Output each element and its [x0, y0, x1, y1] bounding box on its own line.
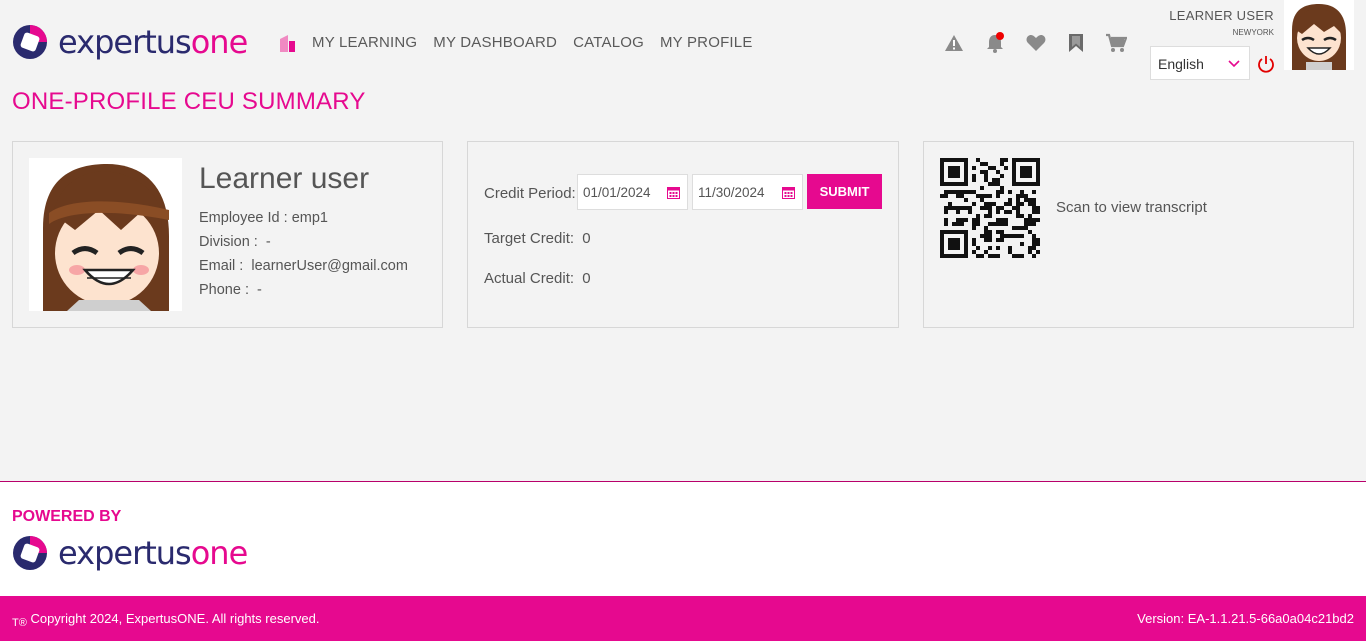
logo-mark-icon — [13, 25, 47, 59]
logo-mark-icon — [13, 536, 47, 570]
user-avatar[interactable] — [1284, 0, 1354, 70]
nav-my-dashboard[interactable]: MY DASHBOARD — [433, 34, 557, 51]
actual-credit-row: Actual Credit: 0 — [484, 270, 591, 287]
footer-brand-wordmark: expertusone — [58, 534, 249, 572]
main-nav: MY LEARNING MY DASHBOARD CATALOG MY PROF… — [312, 34, 753, 51]
nav-catalog[interactable]: CATALOG — [573, 34, 644, 51]
division-row: Division : - — [199, 230, 408, 254]
actual-credit-label: Actual Credit: — [484, 270, 575, 287]
profile-card: Learner user Employee Id : emp1 Division… — [12, 141, 443, 328]
phone-value: - — [257, 282, 262, 298]
credit-card: Credit Period: 01/01/2024 11/30/2024 SUB… — [467, 141, 899, 328]
phone-label: Phone : — [199, 282, 249, 298]
footer-brand-part1: expertus — [58, 534, 192, 572]
user-name: LEARNER USER — [1169, 8, 1274, 23]
bell-icon[interactable] — [984, 32, 1006, 54]
powered-by-label: POWERED BY — [12, 508, 122, 525]
qr-code[interactable] — [940, 158, 1040, 258]
credit-period-label: Credit Period: — [484, 185, 576, 202]
calendar-icon[interactable] — [667, 186, 680, 199]
copyright-bar: T® Copyright 2024, ExpertusONE. All righ… — [0, 596, 1366, 641]
nav-my-profile[interactable]: MY PROFILE — [660, 34, 753, 51]
employee-id-row: Employee Id : emp1 — [199, 206, 408, 230]
footer: POWERED BY expertusone — [0, 481, 1366, 596]
brand-part1: expertus — [58, 23, 192, 61]
alert-icon[interactable] — [943, 32, 965, 54]
division-label: Division : — [199, 234, 258, 250]
power-icon[interactable] — [1257, 55, 1275, 73]
target-credit-label: Target Credit: — [484, 230, 575, 247]
trademark-icon: T® — [12, 617, 27, 629]
cart-icon[interactable] — [1105, 32, 1127, 54]
profile-details: Employee Id : emp1 Division : - Email : … — [199, 206, 408, 302]
employee-id-label: Employee Id : — [199, 210, 288, 226]
page-title: ONE-PROFILE CEU SUMMARY — [12, 88, 366, 115]
profile-avatar — [29, 158, 182, 311]
end-date-value: 11/30/2024 — [698, 185, 765, 200]
language-select[interactable]: English — [1150, 46, 1250, 80]
chevron-down-icon — [1228, 60, 1240, 68]
phone-row: Phone : - — [199, 278, 408, 302]
submit-button[interactable]: SUBMIT — [807, 174, 882, 209]
calendar-icon[interactable] — [782, 186, 795, 199]
heart-icon[interactable] — [1025, 32, 1047, 54]
language-selected: English — [1158, 56, 1204, 72]
actual-credit-value: 0 — [582, 270, 591, 287]
copyright-text: T® Copyright 2024, ExpertusONE. All righ… — [12, 611, 319, 629]
brand-wordmark: expertusone — [58, 23, 249, 61]
email-row: Email : learnerUser@gmail.com — [199, 254, 408, 278]
division-value: - — [265, 234, 271, 250]
end-date-input[interactable]: 11/30/2024 — [692, 174, 803, 210]
copyright-value: Copyright 2024, ExpertusONE. All rights … — [30, 611, 320, 626]
brand-part2: one — [190, 23, 249, 61]
footer-brand-part2: one — [190, 534, 249, 572]
start-date-input[interactable]: 01/01/2024 — [577, 174, 688, 210]
profile-name: Learner user — [199, 162, 370, 195]
target-credit-row: Target Credit: 0 — [484, 230, 591, 247]
qr-caption: Scan to view transcript — [1056, 199, 1207, 216]
home-icon[interactable] — [277, 33, 297, 53]
user-info: LEARNER USER NEWYORK — [1169, 8, 1274, 37]
qr-card: Scan to view transcript — [923, 141, 1354, 328]
avatar-illustration — [1284, 0, 1354, 70]
bookmark-icon[interactable] — [1065, 32, 1087, 54]
start-date-value: 01/01/2024 — [583, 185, 651, 200]
user-location: NEWYORK — [1232, 28, 1274, 37]
footer-brand-logo: expertusone — [12, 534, 249, 572]
nav-my-learning[interactable]: MY LEARNING — [312, 34, 417, 51]
profile-avatar-illustration — [29, 158, 182, 311]
brand-logo[interactable]: expertusone — [12, 23, 249, 61]
email-label: Email : — [199, 258, 244, 274]
version-text: Version: EA-1.1.21.5-66a0a04c21bd2 — [1137, 611, 1354, 626]
email-value: learnerUser@gmail.com — [251, 258, 408, 274]
employee-id-value: emp1 — [291, 210, 328, 226]
header: expertusone MY LEARNING MY DASHBOARD CAT… — [0, 0, 1366, 82]
target-credit-value: 0 — [582, 230, 591, 247]
